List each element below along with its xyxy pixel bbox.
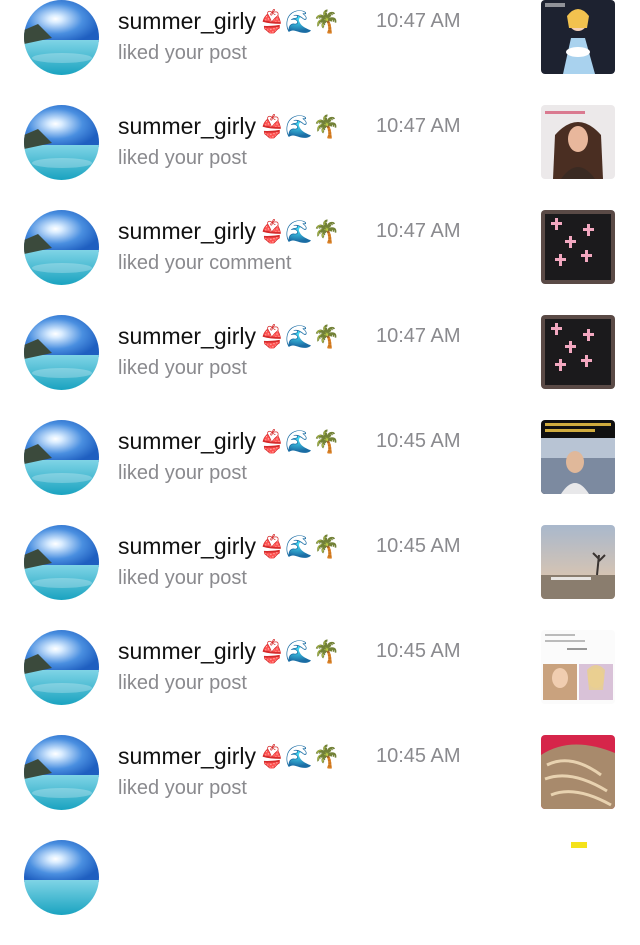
post-thumbnail[interactable]: [541, 630, 615, 704]
action-text: liked your comment: [118, 252, 292, 274]
username[interactable]: summer_girly👙🌊🌴: [118, 323, 340, 350]
post-thumbnail[interactable]: [541, 840, 615, 914]
emoji-decoration: 👙🌊🌴: [258, 115, 341, 140]
username[interactable]: summer_girly👙🌊🌴: [118, 428, 340, 455]
username[interactable]: summer_girly👙🌊🌴: [118, 743, 340, 770]
username[interactable]: summer_girly👙🌊🌴: [118, 218, 340, 245]
avatar[interactable]: [24, 525, 99, 600]
post-thumbnail[interactable]: [541, 0, 615, 74]
emoji-decoration: 👙🌊🌴: [258, 220, 341, 245]
emoji-decoration: 👙🌊🌴: [258, 430, 341, 455]
post-thumbnail[interactable]: [541, 315, 615, 389]
emoji-decoration: 👙🌊🌴: [258, 640, 341, 665]
avatar[interactable]: [24, 0, 99, 75]
avatar[interactable]: [24, 630, 99, 705]
action-text: liked your post: [118, 777, 247, 799]
notification-row[interactable]: summer_girly👙🌊🌴 10:47 AM liked your post: [0, 315, 640, 420]
username[interactable]: summer_girly👙🌊🌴: [118, 638, 340, 665]
timestamp: 10:47 AM: [376, 220, 461, 242]
username[interactable]: summer_girly👙🌊🌴: [118, 533, 340, 560]
avatar[interactable]: [24, 105, 99, 180]
post-thumbnail[interactable]: [541, 105, 615, 179]
username[interactable]: summer_girly👙🌊🌴: [118, 8, 340, 35]
avatar[interactable]: [24, 210, 99, 285]
timestamp: 10:45 AM: [376, 745, 461, 767]
avatar[interactable]: [24, 840, 99, 915]
action-text: liked your post: [118, 462, 247, 484]
emoji-decoration: 👙🌊🌴: [258, 535, 341, 560]
notification-row[interactable]: summer_girly👙🌊🌴 10:47 AM liked your post: [0, 0, 640, 105]
notification-row[interactable]: summer_girly👙🌊🌴 10:47 AM liked your comm…: [0, 210, 640, 315]
notification-row[interactable]: summer_girly👙🌊🌴 10:45 AM liked your post: [0, 630, 640, 735]
timestamp: 10:47 AM: [376, 115, 461, 137]
timestamp: 10:45 AM: [376, 430, 461, 452]
action-text: liked your post: [118, 567, 247, 589]
timestamp: 10:45 AM: [376, 640, 461, 662]
action-text: liked your post: [118, 147, 247, 169]
timestamp: 10:47 AM: [376, 10, 461, 32]
avatar[interactable]: [24, 420, 99, 495]
action-text: liked your post: [118, 672, 247, 694]
notification-row-partial[interactable]: [0, 840, 640, 945]
avatar[interactable]: [24, 315, 99, 390]
post-thumbnail[interactable]: [541, 735, 615, 809]
action-text: liked your post: [118, 42, 247, 64]
notification-row[interactable]: summer_girly👙🌊🌴 10:47 AM liked your post: [0, 105, 640, 210]
timestamp: 10:47 AM: [376, 325, 461, 347]
post-thumbnail[interactable]: [541, 525, 615, 599]
avatar[interactable]: [24, 735, 99, 810]
emoji-decoration: 👙🌊🌴: [258, 745, 341, 770]
emoji-decoration: 👙🌊🌴: [258, 10, 341, 35]
action-text: liked your post: [118, 357, 247, 379]
notification-row[interactable]: summer_girly👙🌊🌴 10:45 AM liked your post: [0, 420, 640, 525]
post-thumbnail[interactable]: [541, 210, 615, 284]
notification-row[interactable]: summer_girly👙🌊🌴 10:45 AM liked your post: [0, 525, 640, 630]
emoji-decoration: 👙🌊🌴: [258, 325, 341, 350]
notification-row[interactable]: summer_girly👙🌊🌴 10:45 AM liked your post: [0, 735, 640, 840]
username[interactable]: summer_girly👙🌊🌴: [118, 113, 340, 140]
post-thumbnail[interactable]: [541, 420, 615, 494]
timestamp: 10:45 AM: [376, 535, 461, 557]
